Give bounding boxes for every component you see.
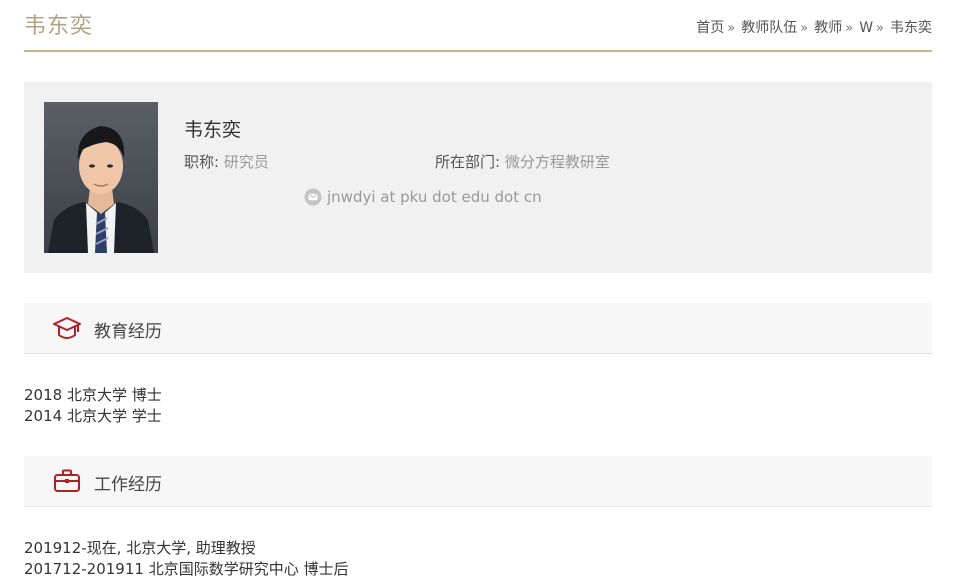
page-title: 韦东奕 <box>24 14 94 39</box>
graduation-cap-icon <box>53 315 81 341</box>
mail-icon <box>304 188 322 206</box>
list-item: 201712-201911 北京国际数学研究中心 博士后 <box>24 560 349 578</box>
briefcase-icon <box>53 468 81 494</box>
breadcrumb-teachers[interactable]: 教师 <box>814 20 842 36</box>
academic-title-label: 职称: <box>184 153 220 171</box>
work-list: 201912-现在, 北京大学, 助理教授 201712-201911 北京国际… <box>24 538 348 580</box>
education-list: 2018 北京大学 博士 2014 北京大学 学士 <box>24 385 162 427</box>
breadcrumb: 首页» 教师队伍» 教师» W» 韦东奕 <box>696 17 932 37</box>
breadcrumb-letter-w[interactable]: W <box>859 20 873 36</box>
list-item: 2018 北京大学 博士 <box>24 386 162 404</box>
academic-title-value: 研究员 <box>223 153 269 171</box>
breadcrumb-separator: » <box>727 21 736 36</box>
teacher-name: 韦东奕 <box>184 119 242 141</box>
education-section-header: 教育经历 <box>24 303 932 354</box>
breadcrumb-faculty[interactable]: 教师队伍 <box>741 20 797 36</box>
profile-card: 韦东奕 职称: 研究员 所在部门: 微分方程教研室 jnwdyi at pku … <box>24 82 932 273</box>
department-label: 所在部门: <box>435 153 501 171</box>
email-row: jnwdyi at pku dot edu dot cn <box>304 188 542 206</box>
email-address: jnwdyi at pku dot edu dot cn <box>327 188 542 206</box>
work-heading: 工作经历 <box>94 475 162 495</box>
profile-photo <box>44 102 158 253</box>
list-item: 2014 北京大学 学士 <box>24 407 162 425</box>
list-item: 201912-现在, 北京大学, 助理教授 <box>24 539 256 557</box>
breadcrumb-separator: » <box>876 21 884 36</box>
department-value: 微分方程教研室 <box>504 153 610 171</box>
breadcrumb-current: 韦东奕 <box>890 20 932 36</box>
breadcrumb-separator: » <box>800 21 809 36</box>
breadcrumb-separator: » <box>845 21 854 36</box>
education-heading: 教育经历 <box>94 322 162 342</box>
department: 所在部门: 微分方程教研室 <box>435 151 610 172</box>
work-section-header: 工作经历 <box>24 456 932 507</box>
teacher-profile-page: 韦东奕 首页» 教师队伍» 教师» W» 韦东奕 韦东奕 职称: 研究员 所在部… <box>0 0 962 585</box>
academic-title: 职称: 研究员 <box>184 151 269 172</box>
page-header: 韦东奕 首页» 教师队伍» 教师» W» 韦东奕 <box>24 0 932 52</box>
breadcrumb-home[interactable]: 首页 <box>696 20 724 36</box>
